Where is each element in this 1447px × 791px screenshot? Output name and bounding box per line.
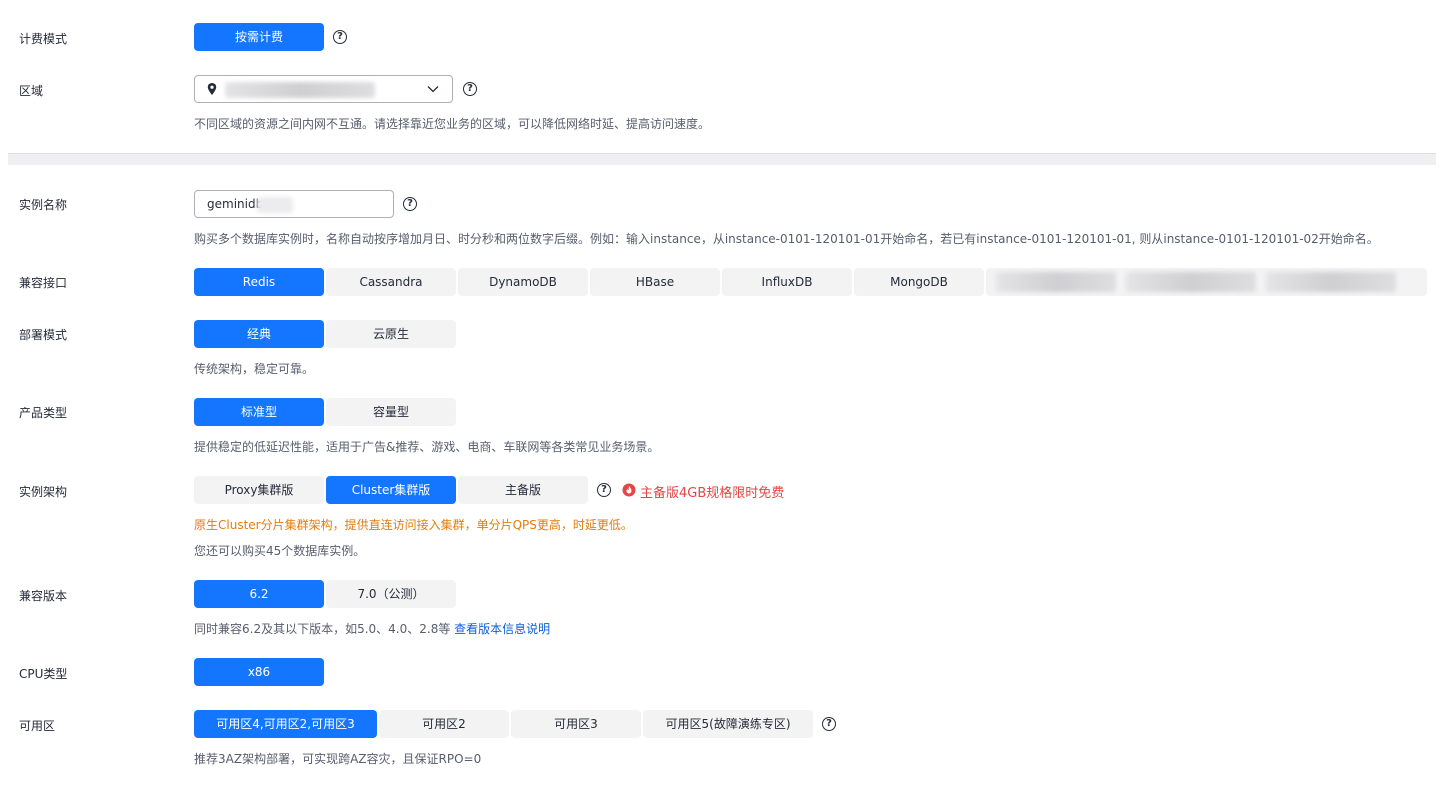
region-select[interactable] [194,75,453,103]
compat-api-hbase[interactable]: HBase [590,268,720,296]
architecture-quota: 您还可以购买45个数据库实例。 [194,544,366,558]
compat-api-redacted-options[interactable] [986,268,1427,296]
redacted-option-1 [996,272,1116,292]
deploy-mode-hint: 传统架构，稳定可靠。 [194,362,315,376]
location-pin-icon [207,83,217,95]
version-6-2[interactable]: 6.2 [194,580,324,608]
product-type-label: 产品类型 [19,406,68,420]
architecture-warning: 原生Cluster分片集群架构，提供直连访问接入集群，单分片QPS更高，时延更低… [194,518,633,532]
product-type-hint: 提供稳定的低延迟性能，适用于广告&推荐、游戏、电商、车联网等各类常见业务场景。 [194,440,660,454]
deploy-mode-classic[interactable]: 经典 [194,320,324,348]
version-info-link[interactable]: 查看版本信息说明 [454,622,550,636]
instance-name-suffix-redacted [257,197,293,213]
instance-name-input[interactable]: geminidb [194,190,394,218]
billing-help-icon[interactable]: ? [333,30,347,44]
redacted-option-3 [1266,272,1396,292]
section-divider [8,153,1436,165]
deploy-mode-cloud-native[interactable]: 云原生 [326,320,456,348]
az-option-3az[interactable]: 可用区4,可用区2,可用区3 [194,710,377,738]
version-label: 兼容版本 [19,589,68,603]
billing-option-on-demand[interactable]: 按需计费 [194,23,324,51]
compat-api-influxdb[interactable]: InfluxDB [722,268,852,296]
redacted-option-2 [1126,272,1256,292]
instance-name-value: geminidb [207,197,264,211]
region-help-icon[interactable]: ? [463,82,477,96]
instance-name-label: 实例名称 [19,198,68,212]
version-hint: 同时兼容6.2及其以下版本，如5.0、4.0、2.8等 查看版本信息说明 [194,620,550,637]
fire-icon [622,483,636,497]
architecture-proxy-cluster[interactable]: Proxy集群版 [194,476,324,504]
az-option-az5[interactable]: 可用区5(故障演练专区) [643,710,813,738]
instance-name-help-icon[interactable]: ? [403,197,417,211]
deploy-mode-label: 部署模式 [19,328,68,342]
architecture-primary-standby[interactable]: 主备版 [458,476,588,504]
az-help-icon[interactable]: ? [822,717,836,731]
version-hint-text: 同时兼容6.2及其以下版本，如5.0、4.0、2.8等 [194,622,451,636]
region-value-redacted [225,82,375,98]
compat-api-cassandra[interactable]: Cassandra [326,268,456,296]
architecture-promo: 主备版4GB规格限时免费 [640,486,785,501]
az-label: 可用区 [19,719,56,733]
az-option-az3[interactable]: 可用区3 [511,710,641,738]
billing-label: 计费模式 [19,32,68,46]
architecture-label: 实例架构 [19,485,68,499]
region-label: 区域 [19,84,44,98]
product-type-capacity[interactable]: 容量型 [326,398,456,426]
az-hint: 推荐3AZ架构部署，可实现跨AZ容灾，且保证RPO=0 [194,752,482,766]
compat-api-redis[interactable]: Redis [194,268,324,296]
instance-name-hint: 购买多个数据库实例时，名称自动按序增加月日、时分秒和两位数字后缀。例如：输入in… [194,232,1379,246]
compat-api-mongodb[interactable]: MongoDB [854,268,984,296]
compat-api-dynamodb[interactable]: DynamoDB [458,268,588,296]
chevron-down-icon [427,86,439,93]
az-option-az2[interactable]: 可用区2 [379,710,509,738]
architecture-cluster[interactable]: Cluster集群版 [326,476,456,504]
version-7-0-beta[interactable]: 7.0（公测） [326,580,456,608]
compat-api-label: 兼容接口 [19,276,68,290]
cpu-x86[interactable]: x86 [194,658,324,686]
region-hint: 不同区域的资源之间内网不互通。请选择靠近您业务的区域，可以降低网络时延、提高访问… [194,117,711,131]
cpu-label: CPU类型 [19,667,68,681]
architecture-help-icon[interactable]: ? [597,483,611,497]
product-type-standard[interactable]: 标准型 [194,398,324,426]
